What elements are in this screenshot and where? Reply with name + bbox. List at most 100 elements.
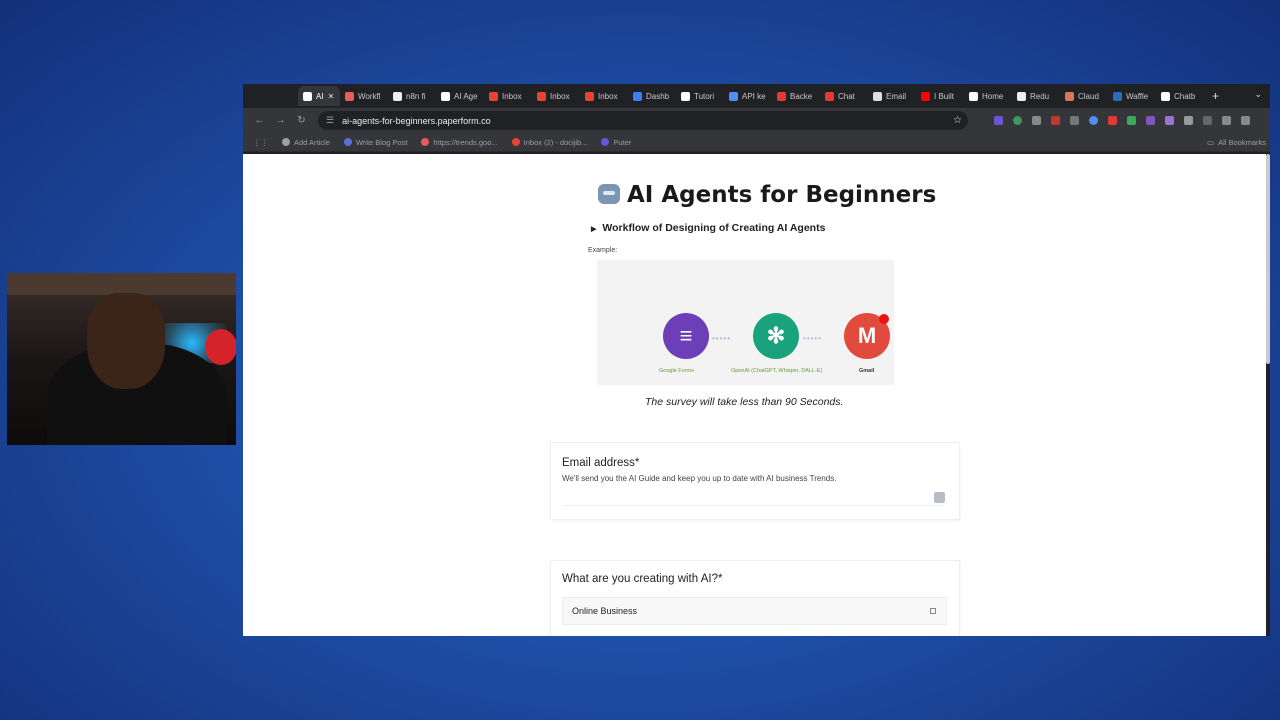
bookmark-item[interactable]: Write Blog Post xyxy=(343,137,408,147)
browser-tab[interactable]: Inbox xyxy=(484,86,532,106)
downloads-icon[interactable] xyxy=(1222,116,1231,125)
browser-tab[interactable]: Waffle xyxy=(1108,86,1156,106)
tab-search-icon[interactable]: ⌄ xyxy=(1254,89,1262,100)
tab-label: Inbox xyxy=(502,91,522,101)
tab-favicon-icon xyxy=(777,91,786,101)
tab-label: Backe xyxy=(790,91,813,101)
page-title: AI Agents for Beginners xyxy=(598,182,936,208)
tab-favicon-icon xyxy=(1065,91,1074,101)
browser-tab[interactable]: API ke xyxy=(724,86,772,106)
browser-tab[interactable]: I Built xyxy=(916,86,964,106)
tab-label: Chatb xyxy=(1174,91,1196,101)
email-field[interactable] xyxy=(562,505,943,506)
browser-tab[interactable]: Tutori xyxy=(676,86,724,106)
email-question-card: Email address* We'll send you the AI Gui… xyxy=(550,442,960,520)
tab-favicon-icon xyxy=(633,91,642,101)
extension-icon[interactable] xyxy=(1070,116,1079,125)
toolbar: ← → ↻ ☰ ai-agents-for-beginners.paperfor… xyxy=(243,108,1270,133)
creating-question-card: What are you creating with AI?* Online B… xyxy=(550,560,960,636)
address-bar[interactable]: ☰ ai-agents-for-beginners.paperform.co ☆ xyxy=(318,111,968,130)
browser-tab[interactable]: Chat xyxy=(820,86,868,106)
extension-icon[interactable] xyxy=(1146,116,1155,125)
forward-icon[interactable]: → xyxy=(270,115,291,126)
disclosure-triangle-icon: ▶ xyxy=(591,226,597,233)
browser-tab[interactable]: Inbox xyxy=(532,86,580,106)
robot-icon xyxy=(598,184,620,204)
browser-tab[interactable]: AI ✕ xyxy=(298,86,340,106)
webcam-overlay xyxy=(7,273,236,445)
browser-tab[interactable]: Inbox xyxy=(580,86,628,106)
google-forms-node: ≡ xyxy=(663,313,709,359)
browser-tab[interactable]: Email xyxy=(868,86,916,106)
extension-icon[interactable] xyxy=(1051,116,1060,125)
tab-label: API ke xyxy=(742,91,766,101)
creating-question-label: What are you creating with AI?* xyxy=(562,573,723,585)
tab-label: Chat xyxy=(838,91,855,101)
tab-label: AI xyxy=(316,91,324,101)
bookmark-star-icon[interactable]: ☆ xyxy=(953,115,962,126)
workflow-toggle[interactable]: ▶ Workflow of Designing of Creating AI Ag… xyxy=(591,222,825,234)
bookmark-label: Puter xyxy=(613,137,632,147)
survey-note: The survey will take less than 90 Second… xyxy=(645,396,844,408)
bookmark-label: Write Blog Post xyxy=(355,137,408,147)
tab-favicon-icon xyxy=(921,91,930,101)
tab-favicon-icon xyxy=(441,91,450,101)
connector: ••••• xyxy=(803,334,823,343)
bookmark-item[interactable]: https://trends.goo... xyxy=(421,137,498,147)
puzzle-icon[interactable] xyxy=(1184,116,1193,125)
back-icon[interactable]: ← xyxy=(249,115,270,126)
browser-tab[interactable]: Chatb xyxy=(1156,86,1204,106)
tab-label: Workfl xyxy=(358,91,381,101)
extension-icon[interactable] xyxy=(1108,116,1117,125)
google-forms-icon: ≡ xyxy=(679,323,693,348)
scrollbar[interactable] xyxy=(1266,154,1270,364)
browser-tab[interactable]: Dashb xyxy=(628,86,676,106)
browser-tab[interactable]: Home xyxy=(964,86,1012,106)
tab-label: Email xyxy=(886,91,907,101)
tab-label: Redu xyxy=(1030,91,1050,101)
tab-label: Inbox xyxy=(598,91,618,101)
bookmark-favicon-icon xyxy=(421,138,430,146)
browser-tab[interactable]: n8n fi xyxy=(388,86,436,106)
browser-tab[interactable]: Workfl xyxy=(340,86,388,106)
tab-label: Tutori xyxy=(694,91,715,101)
extension-icon[interactable] xyxy=(994,116,1003,125)
browser-tab[interactable]: AI Age xyxy=(436,86,484,106)
bookmark-favicon-icon xyxy=(511,138,520,146)
more-icon[interactable] xyxy=(1032,116,1041,125)
tab-label: Dashb xyxy=(646,91,670,101)
site-info-icon[interactable]: ☰ xyxy=(326,115,334,126)
grammarly-icon[interactable] xyxy=(1013,116,1022,125)
profile-icon[interactable] xyxy=(1203,116,1212,125)
extension-icon[interactable] xyxy=(1165,116,1174,125)
bookmark-favicon-icon xyxy=(343,138,352,146)
bookmark-label: https://trends.goo... xyxy=(433,137,498,147)
browser-tab[interactable]: Claud xyxy=(1060,86,1108,106)
page-title-text: AI Agents for Beginners xyxy=(627,182,937,208)
browser-tab[interactable]: Backe xyxy=(772,86,820,106)
reload-icon[interactable]: ↻ xyxy=(291,115,312,126)
tab-label: n8n fi xyxy=(406,91,426,101)
tab-favicon-icon xyxy=(585,91,594,101)
tab-favicon-icon xyxy=(1017,91,1026,101)
tab-strip: AI ✕ Workfl n8n fi AI Age Inbox Inbox Inbox Dash… xyxy=(243,84,1270,108)
close-tab-icon[interactable]: ✕ xyxy=(328,92,335,101)
menu-icon[interactable] xyxy=(1241,116,1250,125)
extension-icon[interactable] xyxy=(1089,116,1098,125)
option-online-business[interactable]: Online Business xyxy=(562,597,947,625)
connector: ••••• xyxy=(712,334,732,343)
apps-icon[interactable]: ⋮⋮ xyxy=(253,138,268,147)
tab-favicon-icon xyxy=(1113,91,1122,101)
bookmark-label: Inbox (2) - docijib... xyxy=(523,137,588,147)
autofill-icon[interactable] xyxy=(934,492,945,503)
extension-icon[interactable] xyxy=(1127,116,1136,125)
bookmark-item[interactable]: Add Article xyxy=(282,138,330,147)
tab-favicon-icon xyxy=(825,91,834,101)
all-bookmarks[interactable]: ▭ All Bookmarks xyxy=(1207,138,1270,147)
new-tab-icon[interactable]: + xyxy=(1212,89,1219,103)
browser-tab[interactable]: Redu xyxy=(1012,86,1060,106)
bookmark-item[interactable]: Puter xyxy=(601,138,631,147)
tab-favicon-icon xyxy=(969,91,978,101)
bookmark-item[interactable]: Inbox (2) - docijib... xyxy=(511,137,588,147)
browser-window: AI ✕ Workfl n8n fi AI Age Inbox Inbox Inbox Dash… xyxy=(243,84,1270,636)
